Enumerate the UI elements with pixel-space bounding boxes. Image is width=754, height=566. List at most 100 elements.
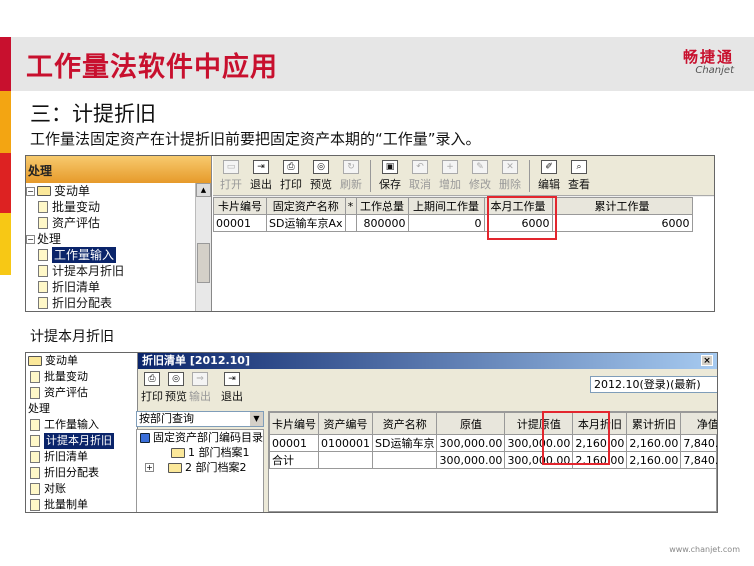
view-icon: ⌕ [571, 160, 587, 174]
close-icon[interactable]: × [701, 355, 713, 366]
department-tree: 固定资产部门编码目录 1 部门档案1 +2 部门档案2 [136, 429, 264, 512]
open-icon: ▭ [223, 160, 239, 174]
cell[interactable]: 800000 [355, 214, 409, 232]
side-accent-orange [0, 91, 11, 153]
col-header: 卡片编号 [213, 197, 267, 215]
file-icon [30, 419, 40, 431]
cell[interactable]: 00001 [213, 214, 267, 232]
logo-text-cn: 畅捷通 [682, 48, 734, 66]
col-header: 上期间工作量 [407, 197, 485, 215]
delete-icon: ✕ [502, 160, 518, 174]
tree-item[interactable]: 对账 [26, 481, 137, 497]
total-row[interactable]: 合计 300,000.00 300,000.00 2,160.00 2,160.… [269, 451, 717, 469]
save-button[interactable]: ▣ 保存 [375, 160, 405, 195]
header-accent [0, 37, 11, 91]
cell[interactable]: 合计 [269, 451, 319, 469]
dept-item[interactable]: 1 部门档案1 [137, 445, 263, 460]
query-mode-select[interactable]: 按部门查询 ▼ [136, 411, 264, 427]
file-icon [30, 483, 40, 495]
cancel-icon: ↶ [412, 160, 428, 174]
cell[interactable] [344, 214, 357, 232]
export-icon: ⇒ [192, 372, 208, 386]
tree-item-depreciation-alloc[interactable]: 折旧分配表 [26, 295, 211, 311]
tree-item[interactable]: 折旧分配表 [26, 465, 137, 481]
table-row[interactable]: 00001 0100001 SD运输车京 300,000.00 300,000.… [269, 434, 717, 452]
highlight-monthly-workload [487, 196, 557, 240]
cell[interactable]: 300,000.00 [436, 451, 506, 469]
tree-item[interactable]: 批量制单 [26, 497, 137, 512]
collapse-icon[interactable]: − [26, 234, 35, 244]
scroll-up-icon[interactable]: ▲ [196, 183, 211, 197]
chevron-down-icon[interactable]: ▼ [250, 412, 263, 426]
add-button[interactable]: + 增加 [435, 160, 465, 195]
refresh-icon: ↻ [343, 160, 359, 174]
tree-item[interactable]: 变动单 [26, 353, 137, 369]
depreciation-screenshot: 变动单 批量变动 资产评估 处理 工作量输入 计提本月折旧 折旧清单 折旧分配表… [25, 352, 718, 513]
cell[interactable]: 7,840.00 [680, 434, 717, 452]
cell[interactable]: 00001 [269, 434, 319, 452]
expand-icon[interactable]: + [145, 463, 154, 472]
tree-item-change-order[interactable]: − 变动单 [26, 183, 211, 199]
tree-item-batch-change[interactable]: 批量变动 [26, 199, 211, 215]
table-row[interactable]: 00001 SD运输车京Ax 800000 0 6000 6000 [213, 214, 693, 232]
print-button[interactable]: ⎙ 打印 [276, 160, 306, 195]
cancel-button[interactable]: ↶ 取消 [405, 160, 435, 195]
file-icon [38, 217, 48, 229]
export-button[interactable]: ⇒ 输出 [188, 372, 212, 407]
tree-item[interactable]: 资产评估 [26, 385, 137, 401]
delete-button[interactable]: ✕ 删除 [495, 160, 525, 195]
tree-item-process[interactable]: − 处理 [26, 231, 211, 247]
col-header: 资产编号 [318, 412, 373, 435]
file-icon [38, 281, 48, 293]
cell[interactable]: 6000 [551, 214, 693, 232]
tree-item-depreciation-list[interactable]: 折旧清单 [26, 279, 211, 295]
print-button[interactable]: ⎙ 打印 [140, 372, 164, 407]
col-header: 卡片编号 [269, 412, 319, 435]
dept-root[interactable]: 固定资产部门编码目录 [137, 430, 263, 445]
view-button[interactable]: ⌕ 查看 [564, 160, 594, 195]
tree-item-asset-eval[interactable]: 资产评估 [26, 215, 211, 231]
col-header: 工作总量 [355, 197, 409, 215]
nav-scrollbar[interactable]: ▲ [195, 183, 211, 311]
highlight-monthly-depreciation [542, 411, 610, 465]
cell[interactable]: 2,160.00 [626, 434, 682, 452]
folder-icon [140, 432, 150, 443]
tree-item[interactable]: 折旧清单 [26, 449, 137, 465]
workload-grid: 卡片编号 固定资产名称 * 工作总量 上期间工作量 本月工作量 累计工作量 00… [213, 197, 714, 311]
file-icon [30, 387, 40, 399]
file-icon [30, 451, 40, 463]
preview-button[interactable]: ◎ 预览 [164, 372, 188, 407]
tree-item-workload-input[interactable]: 工作量输入 [26, 247, 211, 263]
exit-button[interactable]: ⇥ 退出 [220, 372, 244, 407]
cell[interactable]: 0100001 [318, 434, 373, 452]
collapse-icon[interactable]: − [26, 186, 35, 196]
toolbar-divider [529, 160, 530, 192]
cell[interactable]: SD运输车京 [371, 434, 438, 452]
editor-button[interactable]: ✐ 编辑 [534, 160, 564, 195]
open-button[interactable]: ▭ 打开 [216, 160, 246, 195]
tree-item[interactable]: 工作量输入 [26, 417, 137, 433]
cell[interactable]: 300,000.00 [436, 434, 506, 452]
cell[interactable]: 0 [407, 214, 485, 232]
folder-icon [171, 447, 185, 458]
dept-item[interactable]: +2 部门档案2 [137, 460, 263, 475]
exit-button[interactable]: ⇥ 退出 [246, 160, 276, 195]
cell[interactable]: 7,840.00 [680, 451, 717, 469]
tree-item[interactable]: 批量变动 [26, 369, 137, 385]
preview-button[interactable]: ◎ 预览 [306, 160, 336, 195]
refresh-button[interactable]: ↻ 刷新 [336, 160, 366, 195]
period-select[interactable]: 2012.10(登录)(最新)▼ [590, 376, 717, 393]
cell[interactable]: SD运输车京Ax [266, 214, 346, 232]
description: 工作量法固定资产在计提折旧前要把固定资产本期的“工作量”录入。 [30, 130, 481, 148]
scroll-thumb[interactable] [197, 243, 210, 283]
tree-item[interactable]: 处理 [26, 401, 137, 417]
tree-item-accrue-depreciation[interactable]: 计提本月折旧 [26, 263, 211, 279]
print-icon: ⎙ [144, 372, 160, 386]
cell[interactable] [318, 451, 373, 469]
tree-item-selected[interactable]: 计提本月折旧 [26, 433, 137, 449]
side-accent-yellow [0, 213, 11, 275]
cell[interactable]: 2,160.00 [626, 451, 682, 469]
edit-button[interactable]: ✎ 修改 [465, 160, 495, 195]
cell[interactable] [371, 451, 438, 469]
file-icon [30, 467, 40, 479]
